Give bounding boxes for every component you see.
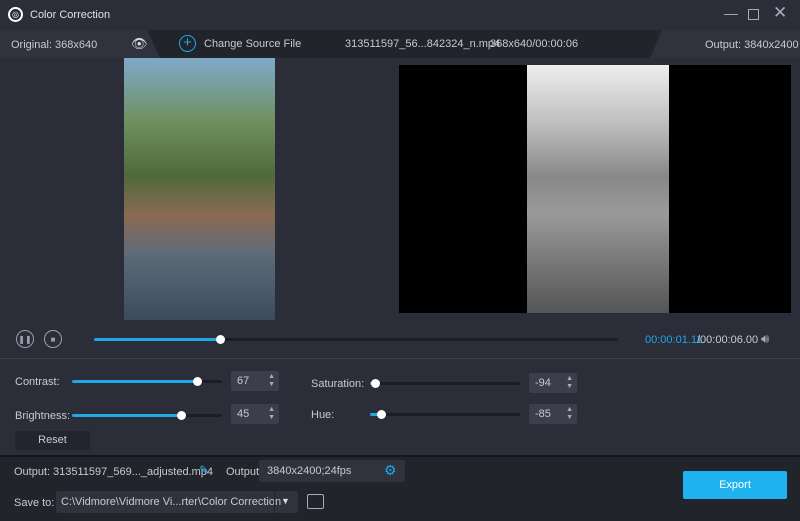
- progress-fill: [94, 338, 220, 341]
- contrast-fill: [72, 380, 198, 383]
- output-file-name: 313511597_569..._adjusted.mp4: [53, 466, 214, 478]
- info-bar: Original: 368x640 👁 + Change Source File…: [0, 30, 800, 58]
- output-format-field[interactable]: 3840x2400;24fps ⚙: [259, 460, 405, 482]
- saturation-input[interactable]: -94 ▲ ▼: [529, 373, 577, 393]
- save-path: C:\Vidmore\Vidmore Vi...rter\Color Corre…: [61, 496, 282, 508]
- original-size: Original: 368x640: [11, 39, 98, 51]
- total-time: /00:00:06.00: [697, 334, 759, 346]
- spinner-icon[interactable]: ▲ ▼: [268, 373, 275, 389]
- hue-thumb[interactable]: [377, 410, 387, 419]
- file-info: 368x640/00:00:06: [490, 38, 579, 50]
- stop-button[interactable]: ■: [44, 330, 62, 348]
- reset-button[interactable]: Reset: [15, 431, 90, 450]
- contrast-value: 67: [237, 375, 250, 387]
- save-to-label: Save to:: [14, 497, 55, 509]
- open-folder-icon[interactable]: [307, 494, 324, 509]
- contrast-slider[interactable]: [72, 377, 222, 386]
- output-video-frame: [399, 65, 791, 313]
- contrast-thumb[interactable]: [193, 377, 203, 386]
- current-time: 00:00:01.11: [645, 334, 703, 346]
- edit-icon[interactable]: ✎: [199, 463, 209, 477]
- volume-icon[interactable]: 🔊︎: [761, 331, 769, 347]
- hue-slider[interactable]: [370, 410, 520, 419]
- brightness-input[interactable]: 45 ▲ ▼: [231, 404, 279, 424]
- minimize-icon[interactable]: —: [724, 5, 738, 21]
- bottom-bar: Output: 313511597_569..._adjusted.mp4 ✎ …: [0, 455, 800, 521]
- maximize-icon[interactable]: [748, 9, 759, 20]
- contrast-input[interactable]: 67 ▲ ▼: [231, 371, 279, 391]
- export-button[interactable]: Export: [683, 471, 787, 499]
- settings-gear-icon[interactable]: ⚙: [384, 462, 397, 479]
- brightness-slider[interactable]: [72, 411, 222, 420]
- preview-area: [0, 58, 800, 322]
- title-bar: ◎ Color Correction — ✕: [0, 0, 800, 30]
- output-size: Output: 3840x2400: [705, 39, 799, 51]
- brightness-fill: [72, 414, 181, 417]
- output-format-label: Output:: [226, 466, 263, 478]
- output-video: [527, 65, 669, 313]
- hue-value: -85: [535, 408, 551, 420]
- output-format-value: 3840x2400;24fps: [267, 465, 352, 477]
- change-source-button[interactable]: Change Source File: [204, 38, 301, 50]
- hue-label: Hue:: [311, 409, 335, 421]
- add-icon[interactable]: +: [179, 35, 196, 52]
- brightness-label: Brightness:: [15, 410, 71, 422]
- progress-thumb[interactable]: [215, 335, 225, 344]
- eye-icon[interactable]: 👁: [131, 36, 148, 52]
- spinner-icon[interactable]: ▲ ▼: [566, 406, 573, 422]
- dropdown-arrow-icon[interactable]: ▼: [281, 496, 290, 506]
- divider: [0, 358, 800, 359]
- progress-slider[interactable]: [94, 335, 618, 344]
- pause-button[interactable]: ❚❚: [16, 330, 34, 348]
- output-file-label: Output:: [14, 466, 51, 478]
- brightness-thumb[interactable]: [176, 411, 186, 420]
- original-video: [124, 58, 275, 320]
- saturation-label: Saturation:: [311, 378, 365, 390]
- file-name: 313511597_56...842324_n.mp4: [345, 38, 501, 50]
- save-path-field[interactable]: C:\Vidmore\Vidmore Vi...rter\Color Corre…: [56, 491, 298, 513]
- app-logo-icon: ◎: [8, 7, 23, 22]
- saturation-value: -94: [535, 377, 551, 389]
- brightness-value: 45: [237, 408, 250, 420]
- window-title: Color Correction: [30, 9, 111, 21]
- saturation-thumb[interactable]: [370, 379, 380, 388]
- spinner-icon[interactable]: ▲ ▼: [566, 375, 573, 391]
- close-icon[interactable]: ✕: [773, 3, 787, 23]
- saturation-slider[interactable]: [370, 379, 520, 388]
- contrast-label: Contrast:: [15, 376, 60, 388]
- spinner-icon[interactable]: ▲ ▼: [268, 406, 275, 422]
- hue-input[interactable]: -85 ▲ ▼: [529, 404, 577, 424]
